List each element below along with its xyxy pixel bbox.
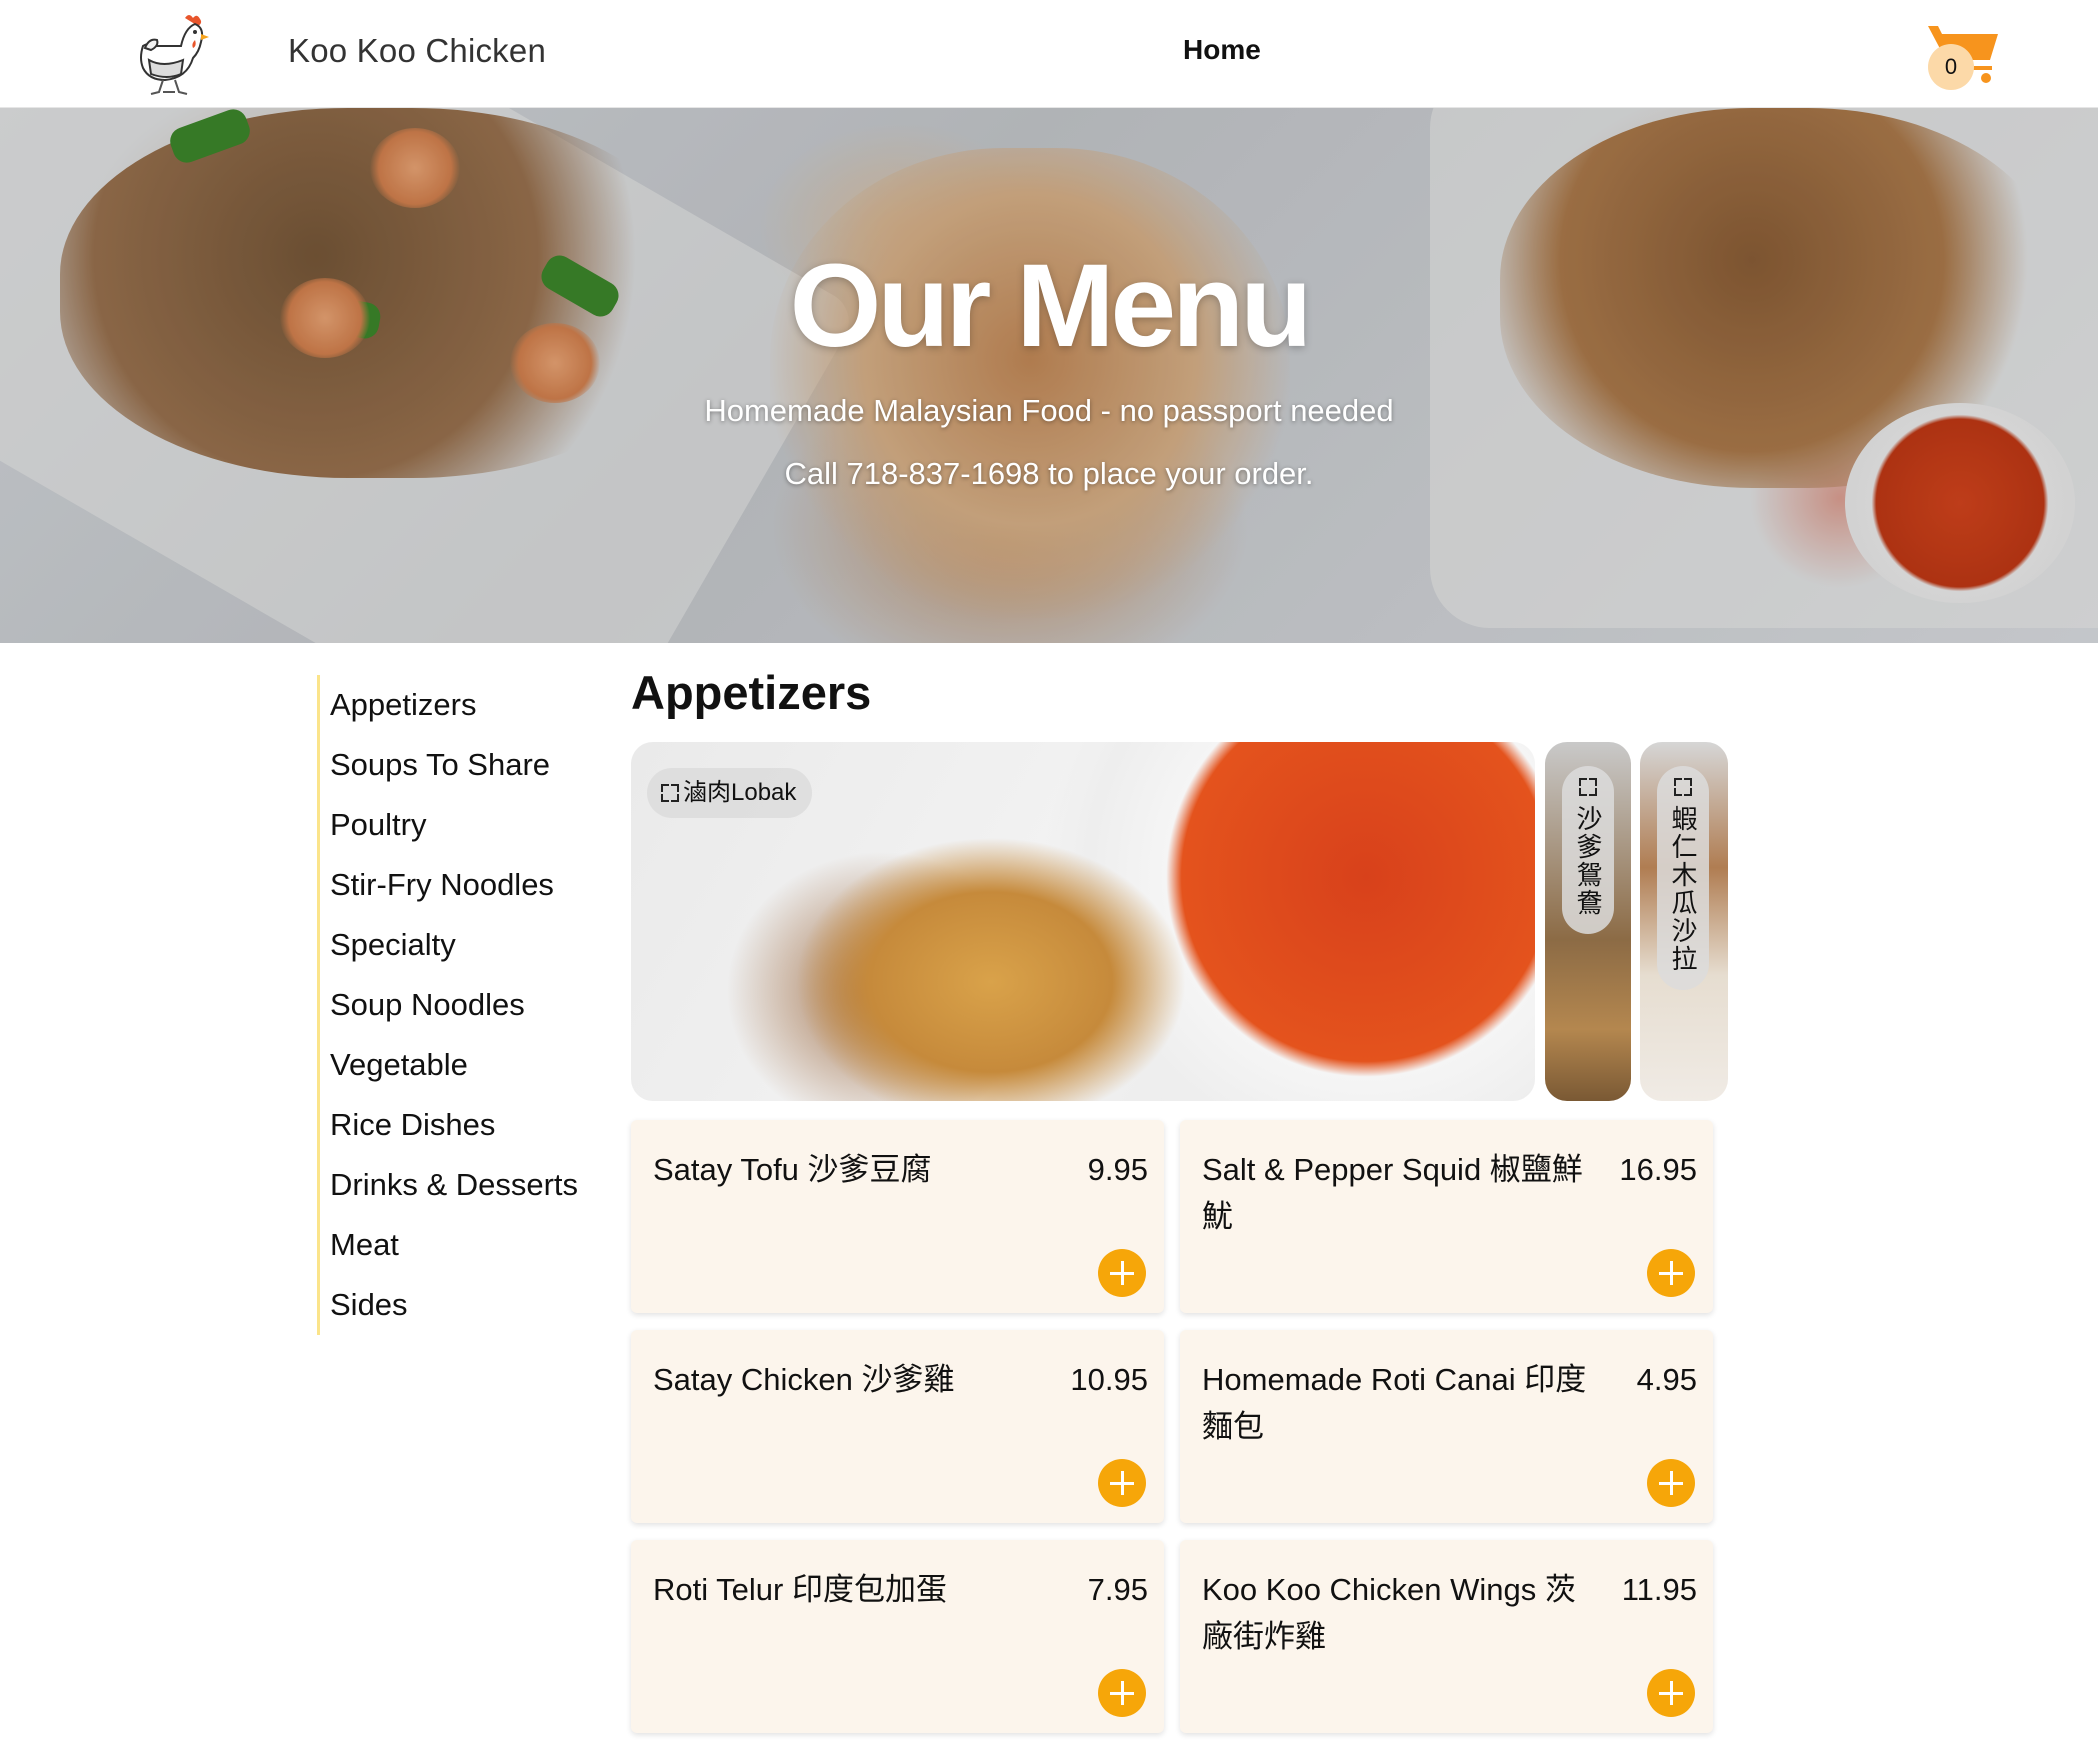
brand-name[interactable]: Koo Koo Chicken	[288, 32, 546, 70]
expand-icon	[1674, 778, 1692, 796]
menu-item-card[interactable]: Roti Telur 印度包加蛋 7.95	[631, 1540, 1164, 1733]
menu-item-name: Roti Telur 印度包加蛋	[653, 1572, 947, 1607]
menu-item-card[interactable]: Salt & Pepper Squid 椒鹽鮮魷 16.95	[1180, 1120, 1713, 1313]
gallery-label: 滷肉Lobak	[647, 768, 813, 818]
menu-item-price: 7.95	[1087, 1572, 1148, 1607]
menu-item-card[interactable]: Koo Koo Chicken Wings 茨廠街炸雞 11.95	[1180, 1540, 1713, 1733]
section-title: Appetizers	[631, 666, 872, 719]
add-to-cart-button[interactable]	[1098, 1459, 1146, 1507]
sidebar-item-soups-to-share[interactable]: Soups To Share	[330, 747, 550, 783]
expand-icon	[1579, 778, 1597, 796]
menu-item-price: 9.95	[1087, 1152, 1148, 1187]
add-to-cart-button[interactable]	[1098, 1669, 1146, 1717]
menu-item-card[interactable]: Satay Tofu 沙爹豆腐 9.95	[631, 1120, 1164, 1313]
sidebar-item-poultry[interactable]: Poultry	[330, 807, 426, 843]
hero-banner: Our Menu Homemade Malaysian Food - no pa…	[0, 108, 2098, 643]
cart-count-badge: 0	[1928, 44, 1974, 90]
gallery-main-image[interactable]: 滷肉Lobak	[631, 742, 1535, 1101]
top-nav-bar: Koo Koo Chicken Home 0	[0, 0, 2098, 108]
hero-call-text: Call 718-837-1698 to place your order.	[784, 456, 1314, 491]
sidebar-item-soup-noodles[interactable]: Soup Noodles	[330, 987, 525, 1023]
gallery-thumbnail[interactable]: 沙爹鴛鴦	[1545, 742, 1631, 1101]
sidebar-item-meat[interactable]: Meat	[330, 1227, 399, 1263]
menu-item-name: Satay Tofu 沙爹豆腐	[653, 1152, 932, 1187]
menu-item-card[interactable]: Satay Chicken 沙爹雞 10.95	[631, 1330, 1164, 1523]
sidebar-item-stir-fry-noodles[interactable]: Stir-Fry Noodles	[330, 867, 554, 903]
menu-item-card[interactable]: Homemade Roti Canai 印度麵包 4.95	[1180, 1330, 1713, 1523]
gallery-label: 沙爹鴛鴦	[1562, 766, 1614, 934]
add-to-cart-button[interactable]	[1647, 1669, 1695, 1717]
sidebar-item-specialty[interactable]: Specialty	[330, 927, 456, 963]
menu-item-name: Homemade Roti Canai 印度麵包	[1202, 1362, 1587, 1444]
menu-item-price: 10.95	[1070, 1362, 1148, 1397]
hero-subtitle: Homemade Malaysian Food - no passport ne…	[704, 393, 1394, 428]
menu-item-price: 11.95	[1621, 1572, 1697, 1607]
chicken-logo-icon[interactable]	[135, 12, 209, 96]
gallery-label-text: 蝦仁木瓜沙拉	[1668, 805, 1698, 973]
add-to-cart-button[interactable]	[1647, 1249, 1695, 1297]
menu-item-price: 4.95	[1636, 1362, 1697, 1397]
gallery-thumbnail[interactable]: 蝦仁木瓜沙拉	[1640, 742, 1728, 1101]
hero-title: Our Menu	[789, 240, 1313, 372]
add-to-cart-button[interactable]	[1098, 1249, 1146, 1297]
sidebar-item-sides[interactable]: Sides	[330, 1287, 408, 1323]
menu-item-name: Satay Chicken 沙爹雞	[653, 1362, 955, 1397]
sidebar-item-appetizers[interactable]: Appetizers	[330, 687, 476, 723]
category-sidebar: Appetizers Soups To Share Poultry Stir-F…	[317, 675, 607, 1335]
menu-item-price: 16.95	[1619, 1152, 1697, 1187]
menu-item-name: Koo Koo Chicken Wings 茨廠街炸雞	[1202, 1572, 1576, 1654]
menu-item-name: Salt & Pepper Squid 椒鹽鮮魷	[1202, 1152, 1583, 1234]
gallery-label-text: 滷肉Lobak	[683, 779, 797, 806]
sidebar-item-drinks-desserts[interactable]: Drinks & Desserts	[330, 1167, 578, 1203]
add-to-cart-button[interactable]	[1647, 1459, 1695, 1507]
gallery-label: 蝦仁木瓜沙拉	[1657, 766, 1709, 990]
gallery-label-text: 沙爹鴛鴦	[1573, 805, 1603, 917]
expand-icon	[661, 784, 679, 802]
sidebar-item-rice-dishes[interactable]: Rice Dishes	[330, 1107, 495, 1143]
sidebar-item-vegetable[interactable]: Vegetable	[330, 1047, 468, 1083]
nav-home-link[interactable]: Home	[1183, 34, 1261, 66]
hero-overlay	[0, 108, 2098, 643]
